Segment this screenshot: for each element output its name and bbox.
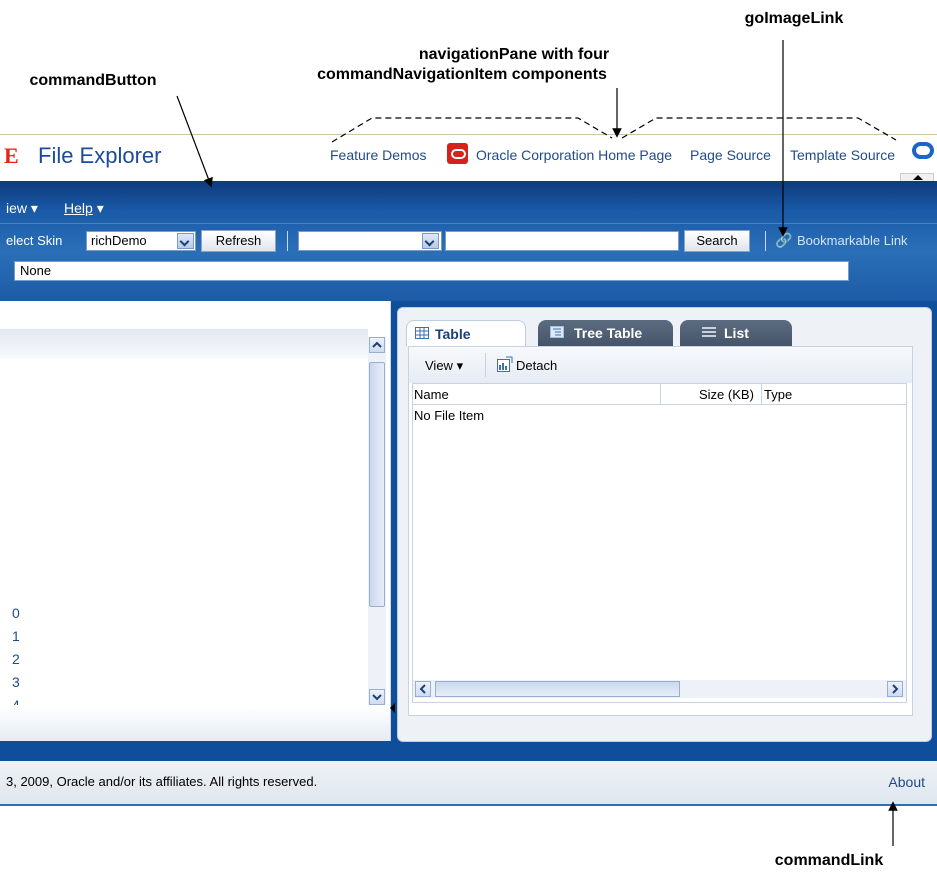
commandbutton-arrow: [176, 95, 213, 188]
annotation-arrows: [176, 40, 898, 846]
navigation-pane-bracket: [331, 117, 897, 143]
